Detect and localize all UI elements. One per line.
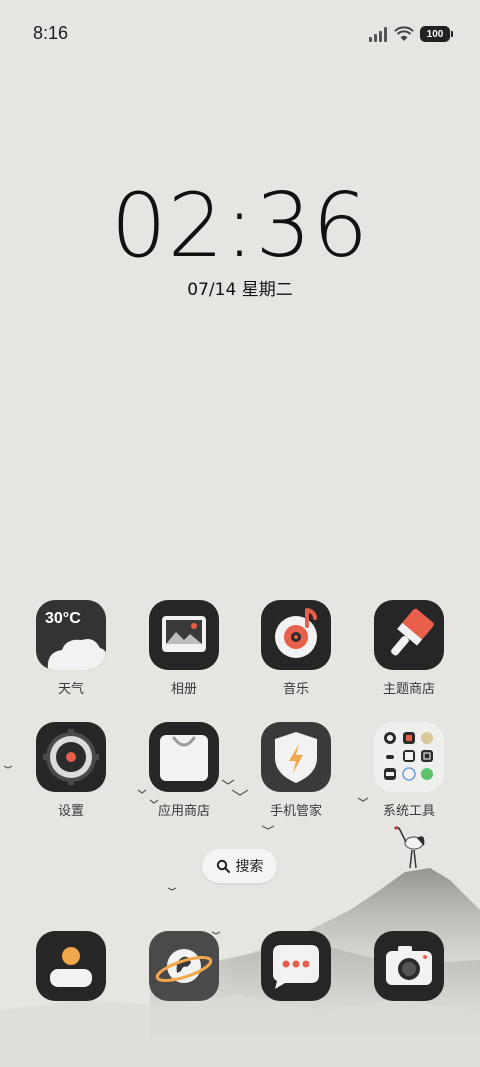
search-icon <box>216 859 230 873</box>
folder-system-tools[interactable]: 系统工具 <box>354 722 464 819</box>
signal-icon <box>369 27 387 42</box>
app-label: 应用商店 <box>157 804 210 819</box>
search-button[interactable]: 搜索 <box>202 849 277 883</box>
browser-icon <box>149 931 219 1001</box>
wifi-icon <box>394 26 414 41</box>
app-weather[interactable]: 30°C 天气 <box>16 600 126 697</box>
folder-icon <box>374 722 444 792</box>
status-icons: 100 <box>368 24 453 44</box>
theme-store-icon <box>374 600 444 670</box>
weather-icon: 30°C <box>36 600 106 670</box>
app-security[interactable]: 手机管家 <box>241 722 351 819</box>
home-date: 07/14 星期二 <box>187 280 293 300</box>
app-theme-store[interactable]: 主题商店 <box>354 600 464 697</box>
status-bar: 8:16 100 <box>0 0 480 66</box>
app-label: 设置 <box>57 804 84 819</box>
app-app-store[interactable]: 应用商店 <box>129 722 239 819</box>
battery-icon: 100 <box>420 26 453 42</box>
security-icon <box>261 722 331 792</box>
folder-label: 系统工具 <box>382 804 435 819</box>
wallpaper-scenery <box>0 765 480 1067</box>
home-clock[interactable]: 02:36 <box>0 176 480 276</box>
dock-browser[interactable] <box>129 931 239 1001</box>
app-gallery[interactable]: 相册 <box>129 600 239 697</box>
search-label: 搜索 <box>235 859 264 875</box>
music-icon <box>261 600 331 670</box>
app-label: 手机管家 <box>269 804 322 819</box>
app-label: 主题商店 <box>382 682 435 697</box>
messages-icon <box>261 931 331 1001</box>
app-label: 天气 <box>57 682 84 697</box>
dock-messages[interactable] <box>241 931 351 1001</box>
app-settings[interactable]: 设置 <box>16 722 126 819</box>
status-time: 8:16 <box>33 23 69 43</box>
app-label: 相册 <box>170 682 197 697</box>
home-screen: 8:16 100 02:36 07/14 星期二 30°C 天气 相册 音乐 主… <box>0 0 480 1067</box>
camera-icon <box>374 931 444 1001</box>
dock-contacts[interactable] <box>16 931 126 1001</box>
settings-icon <box>36 722 106 792</box>
dock-camera[interactable] <box>354 931 464 1001</box>
app-music[interactable]: 音乐 <box>241 600 351 697</box>
app-label: 音乐 <box>282 682 309 697</box>
contacts-icon <box>36 931 106 1001</box>
gallery-icon <box>149 600 219 670</box>
app-store-icon <box>149 722 219 792</box>
